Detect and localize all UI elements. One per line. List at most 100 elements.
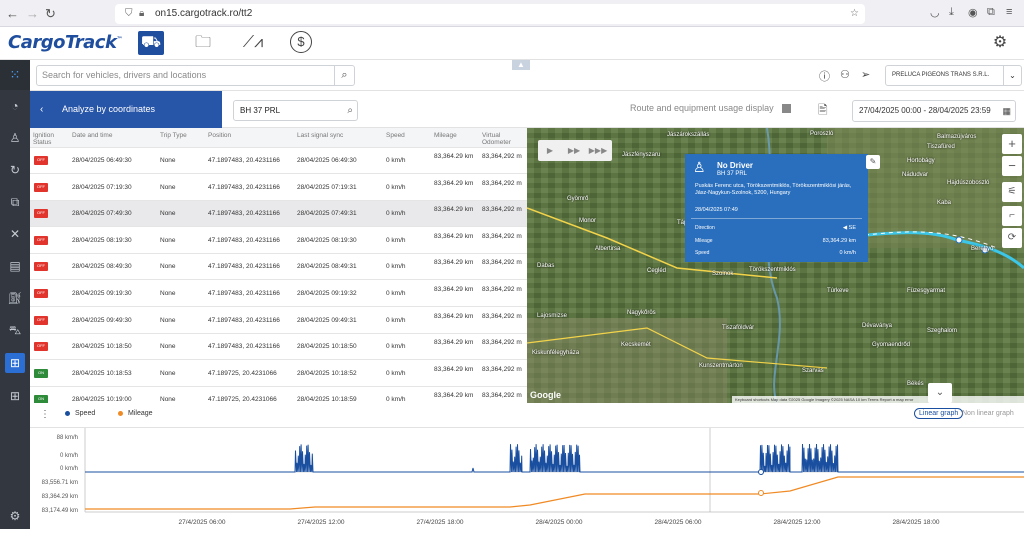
cell-mileage: 83,364.29 km	[434, 339, 474, 347]
cell-last-sync: 28/04/2025 07:49:31	[297, 210, 357, 218]
fuel-icon[interactable]: ⛽︎	[5, 288, 25, 308]
send-icon[interactable]: ➢	[861, 68, 870, 81]
coordinates-analysis-icon[interactable]: ⊞	[5, 353, 25, 373]
fleet-truck-icon[interactable]: ⛟	[138, 31, 164, 55]
pocket-icon[interactable]: ◡	[930, 6, 940, 19]
linear-graph-button[interactable]: Linear graph	[914, 408, 964, 419]
cell-datetime: 28/04/2025 10:19:00	[72, 396, 132, 403]
calendar-icon[interactable]: ▦	[1002, 101, 1011, 121]
play-icon[interactable]: ▶	[538, 140, 562, 161]
cell-last-sync: 28/04/2025 08:49:31	[297, 263, 357, 271]
settings-gear-icon[interactable]: ⚙	[987, 31, 1013, 55]
col-date-time[interactable]: Date and time	[72, 132, 112, 139]
route-display-toggle[interactable]: Route and equipment usage display	[630, 103, 791, 114]
cell-position: 47.1897483, 20.4231166	[208, 316, 280, 324]
extensions-icon[interactable]: ⧉	[987, 6, 995, 19]
col-position[interactable]: Position	[208, 132, 231, 139]
speed-mileage-chart[interactable]: 88 km/h 0 km/h 0 km/h 83,556.71 km 83,364.29…	[30, 428, 1024, 529]
settings-icon[interactable]: ⚙	[5, 506, 25, 526]
cell-position: 47.1897483, 20.4231166	[208, 210, 280, 218]
speed-legend-dot	[65, 411, 70, 416]
col-mileage[interactable]: Mileage	[434, 132, 457, 139]
export-pdf-icon[interactable]: 🖹︎	[818, 101, 828, 122]
col-speed[interactable]: Speed	[386, 132, 405, 139]
dashboard-icon[interactable]: ◔	[5, 96, 25, 116]
table-row[interactable]: OFF 28/04/2025 08:19:30 None 47.1897483, 20…	[30, 228, 527, 254]
table-row[interactable]: OFF 28/04/2025 06:49:30 None 47.1897483, 20…	[30, 148, 527, 174]
map-refresh-icon[interactable]: ⟳	[1002, 228, 1022, 248]
url-bar[interactable]: ⛉ 🔒︎ on15.cargotrack.ro/tt2 ☆	[115, 4, 865, 24]
fastest-forward-icon[interactable]: ▶▶▶	[586, 140, 610, 161]
company-select[interactable]: PRELUCA PIGEONS TRANS S.R.L. ⌄	[885, 65, 1022, 86]
global-search-input[interactable]: Search for vehicles, drivers and locatio…	[36, 65, 355, 86]
apps-grid-icon[interactable]: ⁙	[0, 60, 30, 90]
dollar-finance-icon[interactable]: $	[290, 31, 312, 53]
chevron-down-icon[interactable]: ⌄	[1003, 66, 1021, 85]
cell-odometer: 83,364,292 m	[482, 339, 522, 347]
table-row[interactable]: OFF 28/04/2025 07:49:30 None 47.1897483, 20…	[30, 201, 527, 228]
search-icon[interactable]: ⌕	[347, 101, 353, 120]
info-icon[interactable]: ⓘ	[819, 68, 830, 84]
search-placeholder: Search for vehicles, drivers and locatio…	[42, 70, 207, 80]
reload-icon[interactable]: ↻	[45, 6, 56, 22]
mileage-tick-label: 83,174.49 km	[42, 508, 78, 514]
bookmark-star-icon[interactable]: ☆	[850, 4, 859, 24]
table-row[interactable]: OFF 28/04/2025 10:18:50 None 47.1897483, 20…	[30, 334, 527, 361]
cell-trip-type: None	[160, 396, 176, 403]
cargotrack-logo[interactable]: CargoTrack™	[8, 32, 122, 53]
date-range-picker[interactable]: 27/04/2025 00:00 - 28/04/2025 23:59 ▦	[852, 100, 1016, 122]
fast-forward-icon[interactable]: ▶▶	[562, 140, 586, 161]
grid-view-icon[interactable]: ⊞	[5, 386, 25, 406]
zoom-in-button[interactable]: +	[1002, 134, 1022, 154]
table-row[interactable]: OFF 28/04/2025 07:19:30 None 47.1897483, 20…	[30, 175, 527, 201]
zoom-out-button[interactable]: −	[1002, 156, 1022, 176]
layers-icon[interactable]: ⚟	[1002, 182, 1022, 202]
chart-menu-icon[interactable]: ⋮	[40, 409, 50, 420]
table-row[interactable]: ON 28/04/2025 10:18:53 None 47.189725, 20.4…	[30, 361, 527, 387]
table-row[interactable]: OFF 28/04/2025 08:49:30 None 47.1897483, 20…	[30, 254, 527, 281]
search-icon[interactable]: ⌕	[334, 66, 354, 85]
back-chevron-icon[interactable]: ‹	[40, 91, 43, 128]
speed-legend[interactable]: Speed	[75, 410, 95, 417]
search-row: Search for vehicles, drivers and locatio…	[30, 60, 1024, 91]
forward-icon[interactable]: →	[26, 6, 39, 21]
mileage-tick-label: 83,556.71 km	[42, 480, 78, 486]
cell-last-sync: 28/04/2025 09:49:31	[297, 316, 357, 324]
table-row[interactable]: ON 28/04/2025 10:19:00 None 47.189725, 20.4…	[30, 387, 527, 403]
map-place-label: Gyömrő	[567, 196, 589, 202]
cell-trip-type: None	[160, 343, 176, 351]
toggle-box[interactable]	[781, 104, 791, 114]
col-last-signal-sync[interactable]: Last signal sync	[297, 132, 343, 139]
nonlinear-graph-button[interactable]: Non linear graph	[962, 410, 1014, 417]
tools-icon[interactable]: ✕	[5, 224, 25, 244]
account-icon[interactable]: ◉	[968, 6, 978, 19]
browser-toolbar: ← → ↻ ⛉ 🔒︎ on15.cargotrack.ro/tt2 ☆ ◡ ⤓ …	[0, 0, 1024, 27]
refresh-sync-icon[interactable]: ↻	[5, 160, 25, 180]
map-place-label: Kiskunfélegyháza	[532, 350, 580, 356]
measure-icon[interactable]: ⌐	[1002, 206, 1022, 226]
vehicle-search-input[interactable]: BH 37 PRL ⌕	[233, 100, 358, 121]
map-place-label: Hortobágy	[907, 158, 935, 164]
download-icon[interactable]: ⤓	[949, 6, 954, 19]
col-virtual-odometer[interactable]: Virtual Odometer	[482, 132, 522, 146]
menu-icon[interactable]: ≡	[1006, 6, 1012, 18]
reports-icon[interactable]: ▤	[5, 256, 25, 276]
vehicle-icon[interactable]: ⛍	[5, 320, 25, 340]
mileage-legend[interactable]: Mileage	[128, 410, 153, 417]
table-row[interactable]: OFF 28/04/2025 09:19:30 None 47.1897483, 20…	[30, 281, 527, 307]
map-attribution[interactable]: Keyboard shortcuts Map data ©2025 Google…	[732, 396, 1024, 403]
road-route-icon[interactable]: ⟋⩘	[240, 31, 266, 55]
documents-folder-icon[interactable]: 🗀	[190, 31, 216, 55]
collapse-chevron-icon[interactable]: ▲	[512, 60, 530, 70]
edit-pencil-icon[interactable]: ✎	[866, 155, 880, 169]
col-ignition-status[interactable]: Ignition Status	[33, 132, 59, 146]
expand-chevron-icon[interactable]: ⌄	[928, 383, 952, 403]
copy-icon[interactable]: ⧉	[5, 192, 25, 212]
col-trip-type[interactable]: Trip Type	[160, 132, 187, 139]
users-icon[interactable]: ⚇	[840, 68, 850, 81]
drivers-icon[interactable]: ♙	[5, 128, 25, 148]
back-icon[interactable]: ←	[6, 6, 19, 21]
cell-datetime: 28/04/2025 06:49:30	[72, 157, 132, 164]
table-row[interactable]: OFF 28/04/2025 09:49:30 None 47.1897483, 20…	[30, 308, 527, 334]
cell-datetime: 28/04/2025 09:19:30	[72, 290, 132, 297]
